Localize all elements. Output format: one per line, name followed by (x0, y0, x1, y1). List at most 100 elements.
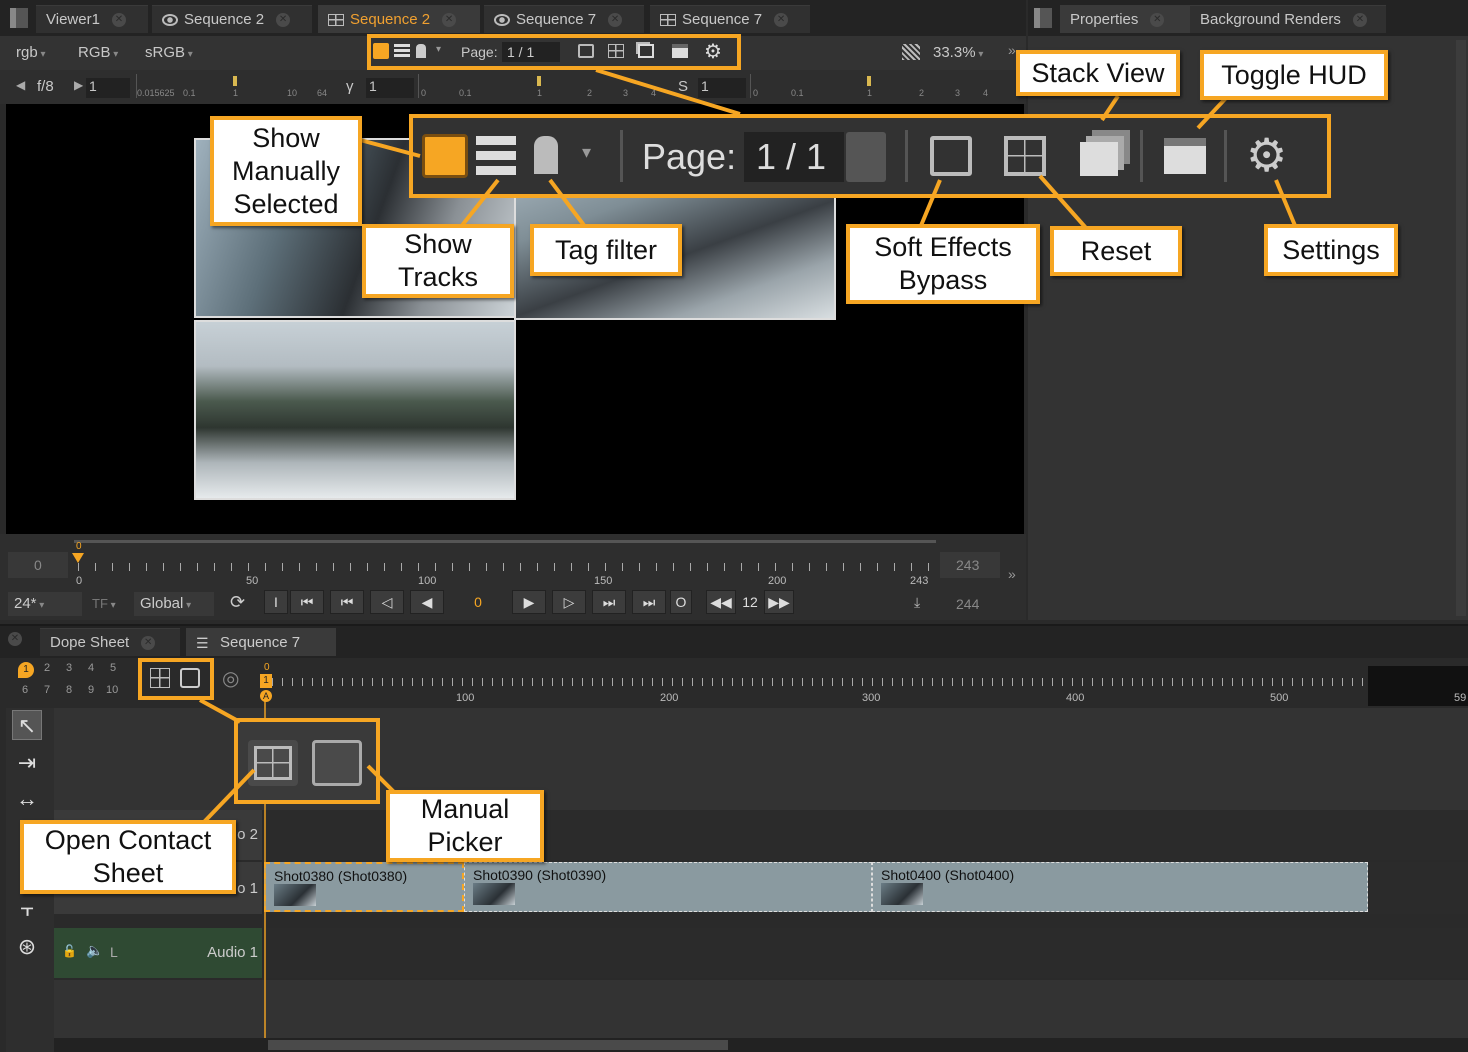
fstop-left-arrow-icon[interactable]: ◀ (16, 78, 25, 92)
audio-channel-dropdown[interactable]: L (110, 944, 118, 960)
layer-5-button[interactable]: 5 (110, 662, 116, 674)
gamma-tool-icon[interactable]: ⊛ (12, 932, 42, 962)
tab-sequence-2-viewer[interactable]: Sequence 2 ✕ (152, 5, 312, 33)
clip-shot0380[interactable]: Shot0380 (Shot0380) (264, 862, 464, 912)
contact-sheet-thumbnail-shot0400[interactable] (194, 320, 516, 500)
page-spinner[interactable] (846, 132, 886, 182)
layer-10-button[interactable]: 10 (106, 684, 118, 696)
tab-viewer1[interactable]: Viewer1 ✕ (36, 5, 148, 33)
settings-icon[interactable]: ⚙ (704, 39, 722, 64)
tab-sequence-7-contact-sheet[interactable]: Sequence 7 ✕ (650, 5, 810, 33)
settings-icon[interactable]: ⚙ (1246, 128, 1287, 182)
channels-dropdown[interactable]: rgb (16, 44, 46, 61)
saturation-slider[interactable]: 0 0.1 1 2 3 4 (750, 74, 990, 98)
soft-effects-bypass-icon[interactable] (930, 136, 972, 176)
current-frame-field[interactable]: 0 (450, 590, 506, 614)
colorspace-b-dropdown[interactable]: sRGB (145, 44, 193, 61)
next-frame-button[interactable]: ▷ (552, 590, 586, 614)
layer-4-button[interactable]: 4 (88, 662, 94, 674)
chevron-down-icon[interactable]: ▾ (436, 44, 441, 55)
page-field[interactable]: 1 / 1 (502, 42, 560, 62)
tab-sequence-2-contact-sheet[interactable]: Sequence 2 ✕ (318, 5, 480, 33)
timeline-ruler[interactable]: 0 0 50 100 150 200 243 (72, 540, 936, 587)
tag-filter-icon[interactable] (534, 136, 558, 174)
playhead-label[interactable]: 1 (260, 674, 272, 688)
close-icon[interactable]: ✕ (774, 13, 789, 28)
playback-mode-icon[interactable]: ⤓ (914, 594, 920, 611)
tab-sequence-7-timeline[interactable]: ☰Sequence 7✕ (186, 628, 336, 679)
fstop-right-arrow-icon[interactable]: ▶ (74, 78, 83, 92)
panel-menu-icon[interactable] (10, 8, 28, 28)
gamma-field[interactable]: 1 (366, 78, 414, 98)
gamma-slider-handle[interactable] (537, 76, 541, 86)
horizontal-scrollbar[interactable] (54, 1038, 1468, 1052)
tag-filter-icon[interactable] (416, 44, 426, 58)
close-icon[interactable]: ✕ (1150, 13, 1165, 28)
audio-track-1-header[interactable]: 🔓 🔈 L Audio 1 (54, 928, 262, 978)
gamma-slider[interactable]: 0 0.1 1 2 3 4 (418, 74, 658, 98)
layer-7-button[interactable]: 7 (44, 684, 50, 696)
first-frame-button[interactable]: ⏮ (290, 590, 324, 614)
colorspace-a-dropdown[interactable]: RGB (78, 44, 118, 61)
expand-chevron-icon[interactable]: » (1008, 42, 1016, 58)
tab-properties[interactable]: Properties ✕ (1060, 5, 1208, 33)
timeline-duration-field[interactable]: 244 (940, 592, 1000, 616)
tab-sequence-7-viewer[interactable]: Sequence 7 ✕ (484, 5, 644, 33)
gain-slider-handle[interactable] (233, 76, 237, 86)
lock-icon[interactable]: 🔓 (62, 944, 77, 958)
close-icon[interactable]: ✕ (141, 636, 156, 651)
tab-background-renders[interactable]: Background Renders ✕ (1190, 5, 1386, 33)
multi-select-tool-icon[interactable]: ⇥ (12, 748, 42, 778)
close-icon[interactable]: ✕ (608, 13, 623, 28)
prev-keyframe-button[interactable]: ⏮ (330, 590, 364, 614)
layer-2-button[interactable]: 2 (44, 662, 50, 674)
audio-track-1-lane[interactable] (264, 928, 1468, 978)
clip-shot0390[interactable]: Shot0390 (Shot0390) (464, 862, 872, 912)
layer-3-button[interactable]: 3 (66, 662, 72, 674)
out-point-button[interactable]: O (670, 590, 692, 614)
show-tracks-icon[interactable] (394, 44, 410, 58)
gain-slider[interactable]: 0.015625 0.1 1 10 64 (136, 74, 336, 98)
chevron-down-icon[interactable]: ▾ (582, 142, 591, 163)
play-backward-button[interactable]: ◀ (410, 590, 444, 614)
saturation-field[interactable]: 1 (698, 78, 746, 98)
show-manually-selected-icon[interactable] (373, 43, 389, 59)
wipe-icon[interactable] (902, 44, 920, 60)
properties-scrollbar[interactable] (1456, 40, 1466, 616)
expand-chevron-icon[interactable]: » (1008, 566, 1016, 582)
play-forward-button[interactable]: ▶ (512, 590, 546, 614)
last-frame-button[interactable]: ⏭ (632, 590, 666, 614)
fps-dropdown[interactable]: 24* (8, 592, 82, 616)
next-keyframe-button[interactable]: ⏭ (592, 590, 626, 614)
gain-field[interactable]: 1 (86, 78, 130, 98)
timeline-start-field[interactable]: 0 (8, 552, 68, 578)
close-icon[interactable]: ✕ (276, 13, 291, 28)
show-tracks-icon[interactable] (476, 136, 516, 176)
tab-dope-sheet[interactable]: Dope Sheet ✕ (40, 628, 180, 656)
prev-frame-button[interactable]: ◁ (370, 590, 404, 614)
layer-1-button[interactable]: 1 (18, 662, 34, 678)
step-forward-button[interactable]: ▶▶ (764, 590, 794, 614)
manual-picker-icon[interactable] (312, 740, 362, 786)
reset-icon[interactable] (1004, 136, 1046, 176)
close-icon[interactable]: ✕ (111, 13, 126, 28)
clip-shot0400[interactable]: Shot0400 (Shot0400) (872, 862, 1368, 912)
sequence-ruler[interactable]: 0 1 A 100 200 300 400 500 59 (260, 660, 1468, 706)
in-marker-icon[interactable] (72, 553, 84, 563)
scrollbar-thumb[interactable] (268, 1040, 728, 1050)
razor-tool-icon[interactable]: ⫟ (12, 894, 42, 924)
speaker-icon[interactable]: 🔈 (86, 942, 103, 959)
move-trim-tool-icon[interactable]: ↔ (12, 784, 42, 814)
page-field-zoomed[interactable]: 1 / 1 (744, 132, 844, 182)
scope-dropdown[interactable]: Global (134, 592, 214, 616)
saturation-slider-handle[interactable] (867, 76, 871, 86)
soft-effects-bypass-icon[interactable] (578, 44, 594, 58)
snap-icon[interactable]: ◎ (222, 666, 239, 691)
close-icon[interactable]: ✕ (442, 13, 457, 28)
stack-view-icon[interactable] (638, 44, 654, 58)
open-contact-sheet-icon[interactable] (150, 668, 170, 688)
close-icon[interactable]: ✕ (8, 632, 22, 646)
reset-icon[interactable] (608, 44, 624, 58)
timeline-end-field[interactable]: 243 (940, 552, 1000, 578)
toggle-hud-icon[interactable] (1164, 138, 1206, 174)
